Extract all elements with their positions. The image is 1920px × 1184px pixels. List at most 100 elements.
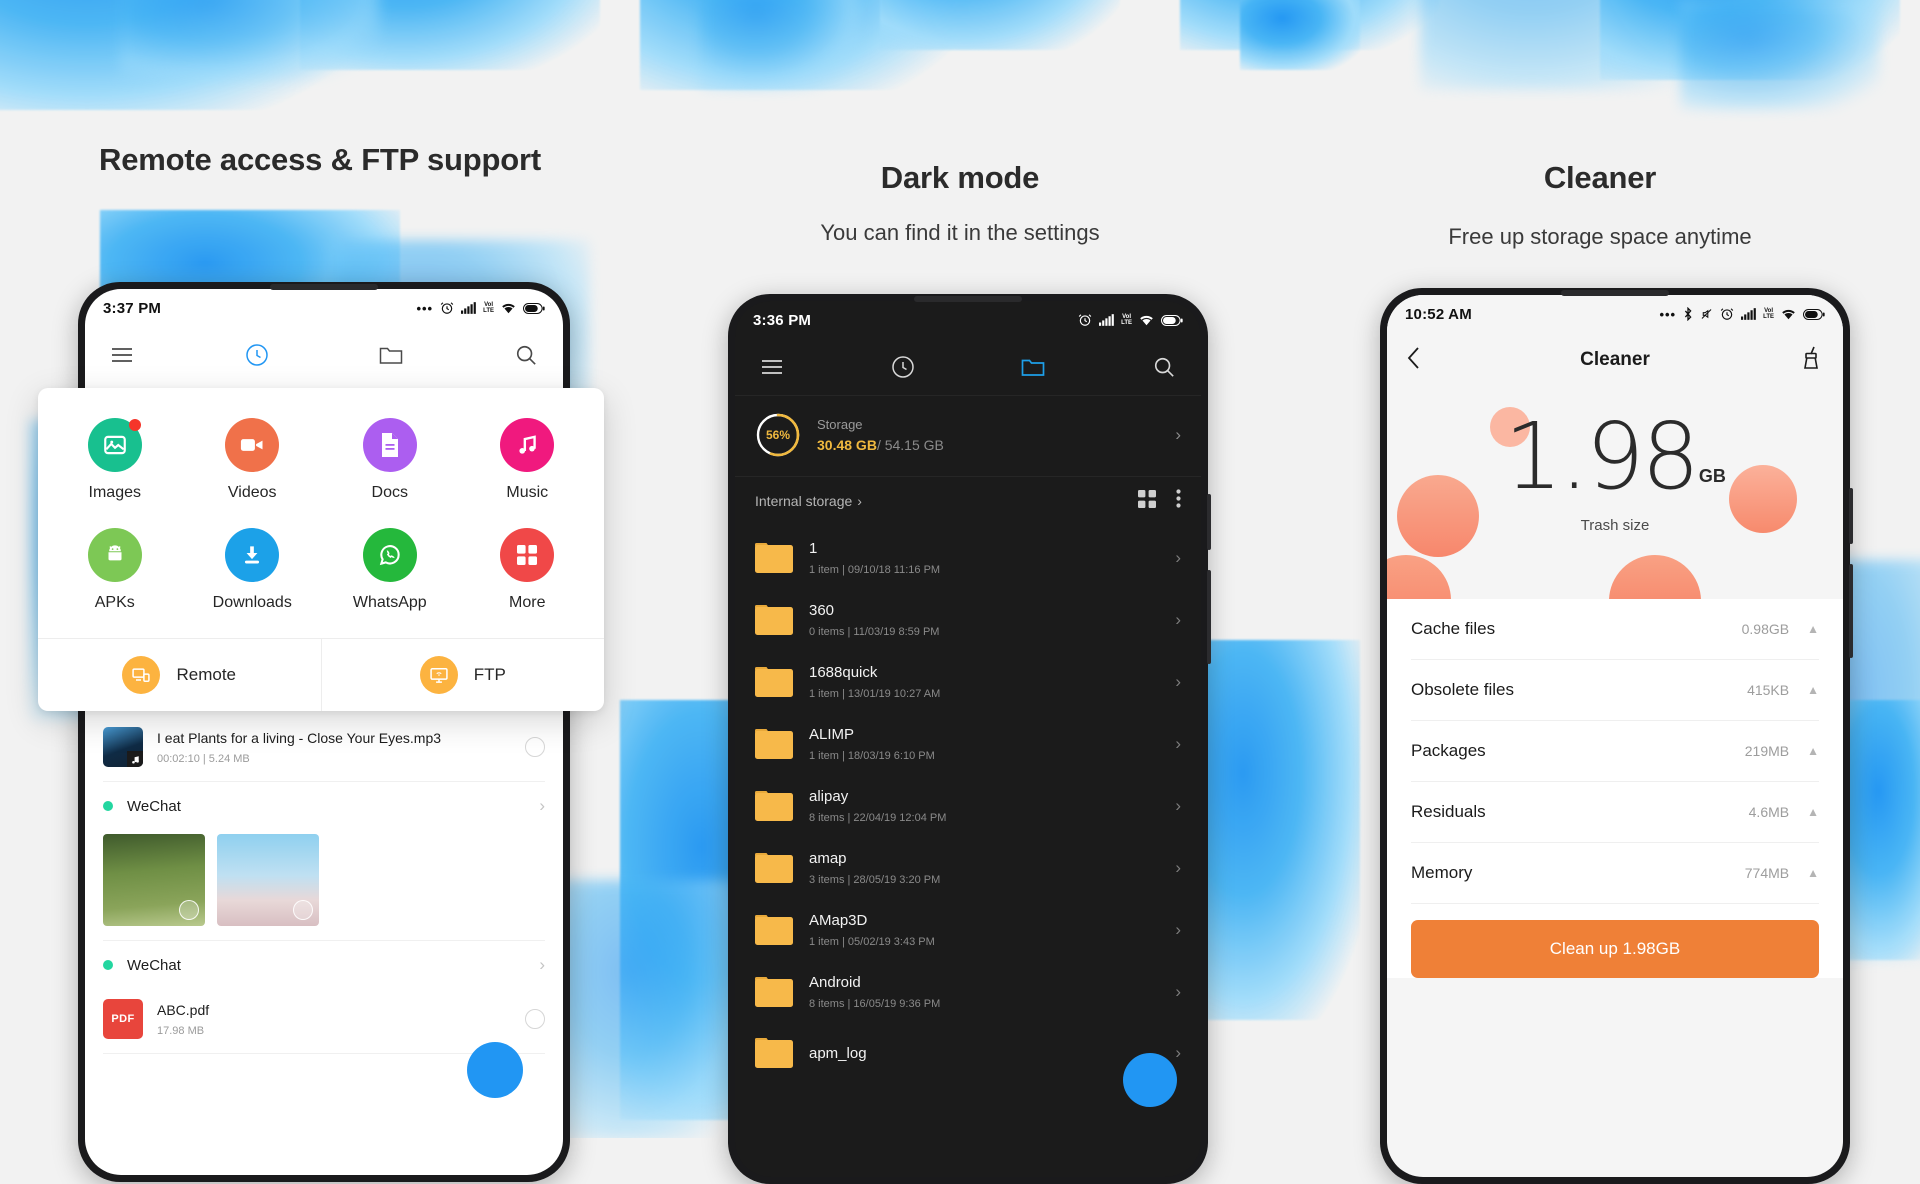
battery-icon <box>523 302 545 314</box>
menu-icon[interactable] <box>755 350 789 384</box>
chevron-up-icon[interactable]: ▲ <box>1807 683 1819 697</box>
cleaner-category-list: Cache files 0.98GB ▲ Obsolete files 415K… <box>1387 599 1843 978</box>
android-icon <box>87 528 142 582</box>
add-fab-button[interactable] <box>1123 1053 1177 1107</box>
more-vertical-icon[interactable] <box>1176 489 1181 513</box>
list-item[interactable]: Cache files 0.98GB ▲ <box>1387 599 1843 659</box>
wifi-icon <box>502 303 515 314</box>
select-radio[interactable] <box>179 900 199 920</box>
music-icon <box>500 418 555 472</box>
popup-item-whatsapp[interactable]: WhatsApp <box>321 520 459 630</box>
group-name: WeChat <box>127 797 181 815</box>
storage-used: 30.48 GB <box>817 437 877 453</box>
file-sub: 00:02:10 | 5.24 MB <box>157 752 250 765</box>
search-icon[interactable] <box>509 338 543 372</box>
category-label: Cache files <box>1411 619 1496 638</box>
table-row[interactable]: alipay 8 items | 22/04/19 12:04 PM › <box>735 775 1201 837</box>
volte-icon: VoI LTE <box>483 302 494 314</box>
recent-clock-icon[interactable] <box>886 350 920 384</box>
storage-ring-icon: 56% <box>755 412 801 458</box>
power-button[interactable] <box>1207 494 1211 550</box>
search-icon[interactable] <box>1147 350 1181 384</box>
panel-1-heading: Remote access & FTP support <box>99 142 541 177</box>
chevron-up-icon[interactable]: ▲ <box>1807 805 1819 819</box>
table-row[interactable]: 360 0 items | 11/03/19 8:59 PM › <box>735 589 1201 651</box>
storage-summary[interactable]: 56% Storage 30.48 GB/ 54.15 GB › <box>735 396 1201 476</box>
recent-clock-icon[interactable] <box>240 338 274 372</box>
photo-thumbnail[interactable] <box>217 834 319 926</box>
folder-icon[interactable] <box>374 338 408 372</box>
trash-size-caption: Trash size <box>1580 517 1650 534</box>
list-item[interactable]: Residuals 4.6MB ▲ <box>1387 782 1843 842</box>
table-row[interactable]: apm_log › <box>735 1023 1201 1107</box>
chevron-up-icon[interactable]: ▲ <box>1807 866 1819 880</box>
storage-text: Storage 30.48 GB/ 54.15 GB <box>817 417 944 453</box>
list-item[interactable]: Obsolete files 415KB ▲ <box>1387 660 1843 720</box>
list-group-header[interactable]: WeChat › <box>103 941 545 985</box>
folder-icon <box>755 1036 793 1070</box>
chevron-right-icon: › <box>539 955 545 974</box>
list-item[interactable]: Packages 219MB ▲ <box>1387 721 1843 781</box>
table-row[interactable]: 1 1 item | 09/10/18 11:16 PM › <box>735 527 1201 589</box>
volume-button[interactable] <box>1849 564 1853 658</box>
phone-speaker-notch <box>1561 290 1669 296</box>
table-row[interactable]: amap 3 items | 28/05/19 3:20 PM › <box>735 837 1201 899</box>
popup-item-music[interactable]: Music <box>459 410 597 520</box>
select-radio[interactable] <box>525 737 545 757</box>
chevron-right-icon: › <box>857 493 862 509</box>
popup-item-apks[interactable]: APKs <box>46 520 184 630</box>
volume-button[interactable] <box>1207 570 1211 664</box>
popup-item-docs[interactable]: Docs <box>321 410 459 520</box>
category-label: Residuals <box>1411 802 1486 821</box>
group-name: WeChat <box>127 956 181 974</box>
table-row[interactable]: Android 8 items | 16/05/19 9:36 PM › <box>735 961 1201 1023</box>
select-radio[interactable] <box>293 900 313 920</box>
popup-remote-button[interactable]: Remote <box>38 639 321 711</box>
table-row[interactable]: 1688quick 1 item | 13/01/19 10:27 AM › <box>735 651 1201 713</box>
panel-dark-mode: Dark mode You can find it in the setting… <box>640 0 1280 1184</box>
folder-icon[interactable] <box>1016 350 1050 384</box>
table-row[interactable]: AMap3D 1 item | 05/02/19 3:43 PM › <box>735 899 1201 961</box>
folder-sub: 1 item | 13/01/19 10:27 AM <box>809 688 941 700</box>
alarm-icon <box>1078 314 1092 326</box>
chevron-right-icon: › <box>1175 548 1181 567</box>
popup-item-images[interactable]: Images <box>46 410 184 520</box>
clean-up-button[interactable]: Clean up 1.98GB <box>1411 920 1819 978</box>
storage-total: 54.15 GB <box>884 437 944 453</box>
popup-item-videos[interactable]: Videos <box>184 410 322 520</box>
popup-item-label: Docs <box>371 484 408 501</box>
chevron-right-icon: › <box>539 796 545 815</box>
popup-item-label: Music <box>506 484 549 501</box>
list-item[interactable]: PDF ABC.pdf 17.98 MB <box>103 985 545 1053</box>
add-fab-button[interactable] <box>467 1042 523 1098</box>
popup-ftp-button[interactable]: FTP <box>320 639 605 711</box>
grid-view-icon[interactable] <box>1138 489 1156 513</box>
popup-item-more[interactable]: More <box>459 520 597 630</box>
folder-meta: alipay 8 items | 22/04/19 12:04 PM <box>809 788 1159 824</box>
list-item[interactable]: I eat Plants for a living - Close Your E… <box>103 713 545 781</box>
app-top-nav <box>735 339 1201 395</box>
select-radio[interactable] <box>525 1009 545 1029</box>
storage-label: Storage <box>817 417 863 432</box>
popup-item-downloads[interactable]: Downloads <box>184 520 322 630</box>
category-label: Packages <box>1411 741 1486 760</box>
folder-name: AMap3D <box>809 912 868 929</box>
dots-icon: ••• <box>1659 306 1677 322</box>
menu-icon[interactable] <box>105 338 139 372</box>
video-icon <box>225 418 280 472</box>
list-group-header[interactable]: WeChat › <box>103 782 545 826</box>
chevron-right-icon: › <box>1175 796 1181 815</box>
photo-thumbnail[interactable] <box>103 834 205 926</box>
power-button[interactable] <box>1849 488 1853 544</box>
breadcrumb[interactable]: Internal storage <box>755 493 852 509</box>
folder-icon <box>755 541 793 575</box>
chevron-up-icon[interactable]: ▲ <box>1807 622 1819 636</box>
folder-meta: AMap3D 1 item | 05/02/19 3:43 PM <box>809 912 1159 948</box>
category-popup: Images Videos Docs Music APKs Downloads … <box>38 388 604 711</box>
list-item[interactable]: Memory 774MB ▲ <box>1387 843 1843 903</box>
chevron-up-icon[interactable]: ▲ <box>1807 744 1819 758</box>
chevron-right-icon: › <box>1175 610 1181 629</box>
panel-2-heading: Dark mode <box>880 160 1040 195</box>
phone-speaker-notch <box>914 296 1022 302</box>
table-row[interactable]: ALIMP 1 item | 18/03/19 6:10 PM › <box>735 713 1201 775</box>
